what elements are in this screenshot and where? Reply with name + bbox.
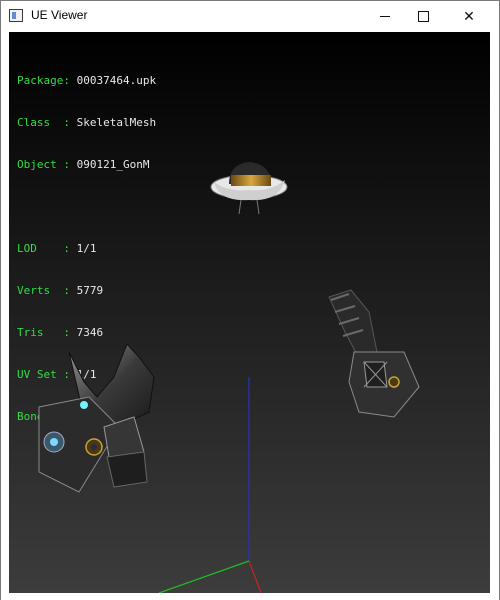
close-icon: ✕ xyxy=(463,7,475,24)
mesh-viewport[interactable]: Package: 00037464.upk Class : SkeletalMe… xyxy=(9,32,490,593)
maximize-icon xyxy=(417,10,429,22)
window-frame-left xyxy=(1,31,9,593)
window-title: UE Viewer xyxy=(31,8,88,22)
scene-render xyxy=(38,162,420,593)
minimize-icon xyxy=(380,15,390,17)
window-frame-bottom xyxy=(1,593,499,600)
title-bar[interactable]: UE Viewer ✕ xyxy=(1,1,499,31)
ue-viewer-window: UE Viewer ✕ Package: 00037464.upk Class … xyxy=(0,0,500,600)
window-frame-right xyxy=(490,31,499,105)
right-arm-model xyxy=(328,289,420,418)
axis-x-line xyxy=(248,560,262,593)
close-button[interactable]: ✕ xyxy=(446,1,492,31)
axis-y-line xyxy=(158,560,250,593)
app-window-icon[interactable] xyxy=(9,9,23,22)
maximize-button[interactable] xyxy=(400,1,446,31)
hat-model xyxy=(210,162,288,215)
left-armor-model xyxy=(38,343,155,493)
